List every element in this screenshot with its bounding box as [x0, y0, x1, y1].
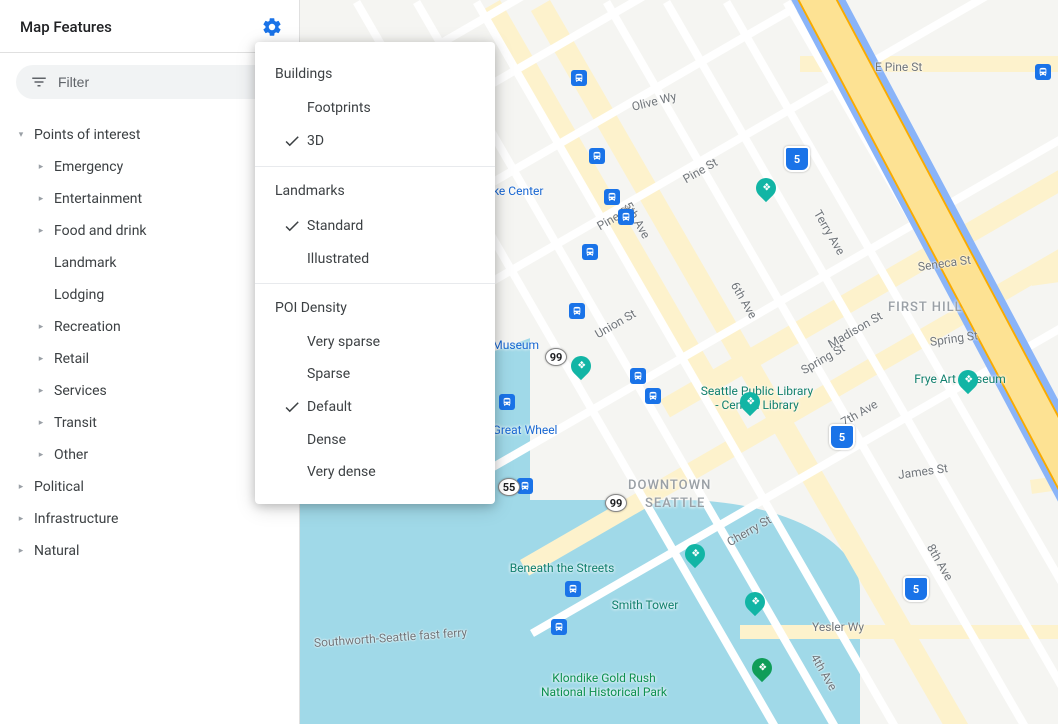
tree-item-label: Services: [54, 383, 107, 399]
tree-item-label: Points of interest: [34, 127, 140, 143]
tree-item-label: Retail: [54, 351, 89, 367]
caret-open-icon: [16, 130, 26, 140]
dropdown-option-3d[interactable]: 3D: [255, 124, 495, 158]
transit-icon[interactable]: [630, 368, 646, 384]
tree-item-infrastructure[interactable]: Infrastructure: [0, 503, 299, 535]
transit-icon[interactable]: [1035, 64, 1051, 80]
dropdown-option-footprints[interactable]: Footprints: [255, 92, 495, 124]
sidebar-title: Map Features: [20, 18, 112, 36]
caret-closed-icon: [36, 322, 46, 332]
tree-item-natural[interactable]: Natural: [0, 535, 299, 567]
filter-box[interactable]: [16, 65, 283, 99]
dropdown-option-label: 3D: [307, 133, 324, 149]
transit-icon[interactable]: [618, 209, 634, 225]
gear-icon[interactable]: [261, 16, 283, 38]
tree-item-label: Infrastructure: [34, 511, 118, 527]
caret-placeholder: [36, 258, 46, 268]
dropdown-section-landmarks: Landmarks Standard Illustrated: [255, 166, 495, 283]
dropdown-option-standard[interactable]: Standard: [255, 209, 495, 243]
interstate-shield-icon: 5: [903, 576, 929, 602]
tree-item-label: Food and drink: [54, 223, 147, 239]
dropdown-option-label: Footprints: [307, 100, 371, 116]
dropdown-section-title: POI Density: [255, 294, 495, 326]
check-icon: [283, 217, 307, 235]
caret-closed-icon: [36, 194, 46, 204]
state-route-shield-icon: 99: [545, 348, 567, 366]
poi-label[interactable]: Klondike Gold RushNational Historical Pa…: [541, 671, 667, 699]
filter-input[interactable]: [58, 74, 269, 90]
caret-closed-icon: [16, 514, 26, 524]
dropdown-section-buildings: Buildings Footprints 3D: [255, 50, 495, 166]
street-label: E Pine St: [875, 60, 922, 74]
transit-icon[interactable]: [589, 148, 605, 164]
street-label: Yesler Wy: [812, 620, 864, 634]
district-label: FIRST HILL: [888, 300, 963, 315]
transit-icon[interactable]: [499, 394, 515, 410]
dropdown-option-default[interactable]: Default: [255, 390, 495, 424]
transit-icon[interactable]: [582, 244, 598, 260]
dropdown-option-label: Standard: [307, 218, 363, 234]
caret-closed-icon: [36, 418, 46, 428]
tree-item-label: Political: [34, 479, 84, 495]
dropdown-section-title: Buildings: [255, 60, 495, 92]
caret-placeholder: [36, 290, 46, 300]
tree-item-label: Transit: [54, 415, 97, 431]
poi-label[interactable]: Smith Tower: [612, 598, 679, 612]
state-route-shield-icon: 55: [498, 478, 520, 496]
transit-icon[interactable]: [645, 388, 661, 404]
settings-dropdown: Buildings Footprints 3D Landmarks Standard Il…: [255, 42, 495, 504]
interstate-shield-icon: 5: [829, 424, 855, 450]
poi-label[interactable]: Beneath the Streets: [510, 561, 615, 575]
check-icon: [283, 398, 307, 416]
state-route-shield-icon: 99: [605, 494, 627, 512]
transit-icon[interactable]: [565, 581, 581, 597]
caret-closed-icon: [16, 482, 26, 492]
district-label: SEATTLE: [645, 496, 705, 511]
dropdown-option-label: Very sparse: [307, 334, 380, 350]
transit-icon[interactable]: [569, 303, 585, 319]
caret-closed-icon: [36, 226, 46, 236]
tree-item-label: Natural: [34, 543, 79, 559]
dropdown-option-label: Default: [307, 399, 352, 415]
caret-closed-icon: [36, 450, 46, 460]
caret-closed-icon: [36, 354, 46, 364]
tree-item-label: Recreation: [54, 319, 121, 335]
tree-item-label: Lodging: [54, 287, 104, 303]
dropdown-section-title: Landmarks: [255, 177, 495, 209]
dropdown-section-poi-density: POI Density Very sparse Sparse Default Dense…: [255, 283, 495, 496]
transit-icon[interactable]: [604, 189, 620, 205]
dropdown-option-label: Very dense: [307, 464, 376, 480]
dropdown-option-very-dense[interactable]: Very dense: [255, 456, 495, 488]
transit-icon[interactable]: [551, 619, 567, 635]
caret-closed-icon: [36, 162, 46, 172]
dropdown-option-sparse[interactable]: Sparse: [255, 358, 495, 390]
dropdown-option-label: Dense: [307, 432, 346, 448]
filter-icon: [30, 73, 48, 91]
tree-item-label: Other: [54, 447, 88, 463]
check-icon: [283, 132, 307, 150]
transit-icon[interactable]: [571, 70, 587, 86]
dropdown-option-label: Sparse: [307, 366, 350, 382]
dropdown-option-dense[interactable]: Dense: [255, 424, 495, 456]
tree-item-label: Entertainment: [54, 191, 142, 207]
district-label: DOWNTOWN: [628, 478, 711, 493]
interstate-shield-icon: 5: [784, 146, 810, 172]
dropdown-option-label: Illustrated: [307, 251, 369, 267]
caret-closed-icon: [16, 546, 26, 556]
tree-item-label: Emergency: [54, 159, 123, 175]
tree-item-label: Landmark: [54, 255, 117, 271]
dropdown-option-illustrated[interactable]: Illustrated: [255, 243, 495, 275]
dropdown-option-very-sparse[interactable]: Very sparse: [255, 326, 495, 358]
caret-closed-icon: [36, 386, 46, 396]
